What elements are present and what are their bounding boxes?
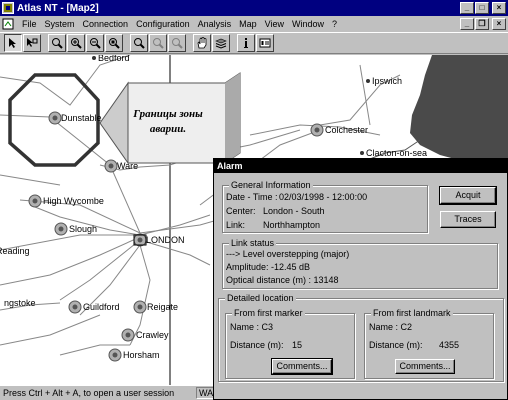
landmark-comments-button[interactable]: Comments... [395,359,455,374]
menu-system[interactable]: System [41,19,79,29]
link-status-group: Link status ---> Level overstepping (maj… [222,238,498,289]
place-reading: Reading [0,246,30,256]
place-basingstoke: ngstoke [4,298,36,308]
legend-icon [259,38,271,48]
menu-connection[interactable]: Connection [79,19,133,29]
mdi-restore-button[interactable]: ❐ [475,18,489,30]
center-value: London - South [263,206,325,216]
minimize-button[interactable]: _ [460,2,474,14]
place-bedford: Bedford [98,55,130,63]
menu-file[interactable]: File [18,19,41,29]
landmark-distance-label: Distance (m): [369,340,423,350]
mdi-minimize-button[interactable]: _ [460,18,474,30]
place-ware: Ware [117,161,139,171]
hand-icon [197,37,207,49]
place-london: LONDON [146,235,185,245]
landmark-name: Name : C2 [369,322,413,332]
app-icon[interactable] [2,2,14,14]
marker-comments-button[interactable]: Comments... [271,358,333,375]
alarm-title: Alarm [214,159,507,173]
link-value: Northhampton [263,220,321,230]
alarm-dialog: Alarm General Information Date - Time : … [213,158,508,400]
close-button[interactable]: × [492,2,506,14]
find-prev-button[interactable] [168,34,186,52]
first-marker-group: From first marker Name : C3 Distance (m)… [225,308,355,379]
info-icon [244,38,248,48]
general-info-group: General Information Date - Time : 02/03/… [222,180,428,233]
arrow-select-icon [27,38,38,47]
place-crawley: Crawley [136,330,169,340]
zoom-refresh-icon [52,38,63,49]
landmark-distance-value: 4355 [439,340,460,350]
find-next-button[interactable] [149,34,167,52]
marker-name: Name : C3 [230,322,274,332]
place-colchester: Colchester [325,125,369,135]
find-prev-icon [172,38,183,49]
zoom-out-button[interactable] [86,34,104,52]
datetime-label: Date - Time : [226,192,278,202]
place-dunstable: Dunstable [61,113,102,123]
zoom-out-icon [90,38,101,49]
link-status-message: ---> Level overstepping (major) [226,249,350,259]
first-landmark-label: From first landmark [371,308,453,318]
menu-view[interactable]: View [261,19,288,29]
detailed-location-group: Detailed location From first marker Name… [218,293,504,382]
acquit-button[interactable]: Acquit [439,186,497,205]
menu-configuration[interactable]: Configuration [132,19,194,29]
callout-line-2: аварии. [149,123,187,135]
traces-button[interactable]: Traces [440,211,496,228]
zoom-in-icon [71,38,82,49]
menu-analysis[interactable]: Analysis [194,19,236,29]
optical-distance-text: Optical distance (m) : 13148 [226,275,339,285]
find-button[interactable] [130,34,148,52]
legend-button[interactable] [256,34,274,52]
first-landmark-group: From first landmark Name : C2 Distance (… [364,308,494,379]
find-next-icon [153,38,164,49]
general-info-label: General Information [229,180,313,190]
menu-help[interactable]: ? [328,19,341,29]
datetime-value: 02/03/1998 - 12:00:00 [279,192,368,202]
maximize-button[interactable]: □ [475,2,489,14]
window-title: Atlas NT - [Map2] [17,2,99,14]
place-reigate: Reigate [147,302,179,312]
place-slough: Slough [69,224,98,234]
find-icon [134,38,145,49]
layers-icon [215,38,227,49]
marker-distance-value: 15 [292,340,303,350]
zoom-in-button[interactable] [67,34,85,52]
toolbar [0,32,508,54]
center-label: Center: [226,206,256,216]
info-button[interactable] [237,34,255,52]
place-high-wycombe: High Wycombe [43,196,104,206]
menu-map[interactable]: Map [235,19,261,29]
zoom-refresh-button[interactable] [48,34,66,52]
mdi-close-button[interactable]: × [492,18,506,30]
zoom-area-icon [109,38,120,49]
danger-zone-callout: Границы зоны аварии. [128,107,208,137]
link-status-label: Link status [229,238,277,248]
first-marker-label: From first marker [232,308,305,318]
menu-bar: File System Connection Configuration Ana… [0,16,508,32]
marker-distance-label: Distance (m): [230,340,284,350]
zoom-area-button[interactable] [105,34,123,52]
place-horsham: Horsham [123,350,160,360]
place-clacton: Clacton-on-sea [366,148,428,158]
status-message: Press Ctrl + Alt + A, to open a user ses… [3,388,175,398]
pointer-select-button[interactable] [23,34,41,52]
document-icon[interactable] [2,18,14,30]
title-bar: Atlas NT - [Map2] _ □ × [0,0,508,16]
arrow-icon [9,38,16,48]
pointer-tool-button[interactable] [4,34,22,52]
place-ipswich: Ipswich [372,76,403,86]
amplitude-text: Amplitude: -12.45 dB [226,262,311,272]
link-label: Link: [226,220,246,230]
place-guildford: Guildford [83,302,120,312]
callout-line-1: Границы зоны [133,108,203,120]
layers-button[interactable] [212,34,230,52]
pan-button[interactable] [193,34,211,52]
detailed-location-label: Detailed location [225,293,296,303]
menu-window[interactable]: Window [288,19,328,29]
